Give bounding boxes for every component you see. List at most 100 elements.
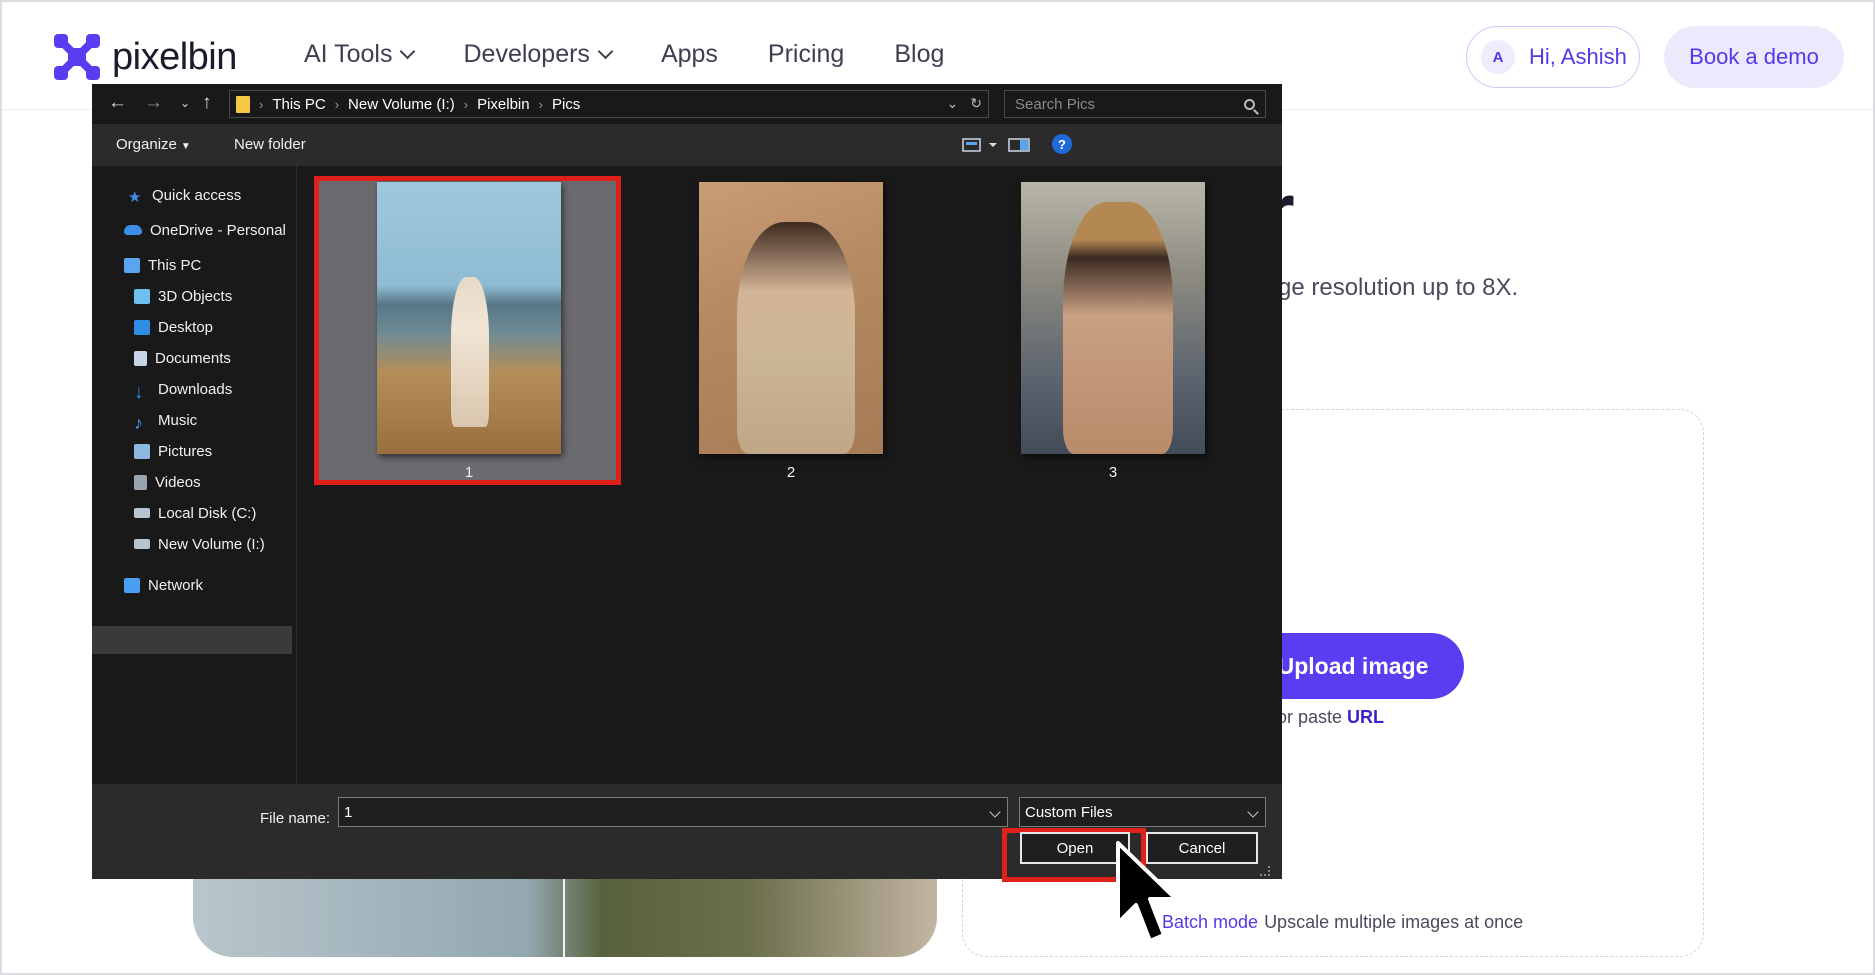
pixelbin-logo-icon: [54, 34, 100, 80]
sidebar-item-3d-objects[interactable]: 3D Objects: [134, 283, 232, 309]
resize-grip-icon[interactable]: [1260, 866, 1270, 876]
organize-menu[interactable]: Organize ▼: [116, 136, 191, 153]
book-demo-button[interactable]: Book a demo: [1664, 26, 1844, 88]
up-arrow-icon[interactable]: ↑: [202, 92, 212, 114]
organize-label: Organize: [116, 136, 177, 153]
cloud-icon: [124, 225, 142, 235]
address-row: ← → ⌄ ↑ › This PC › New Volume (I:) › Pi…: [92, 84, 1282, 124]
search-input[interactable]: Search Pics: [1004, 90, 1266, 118]
breadcrumb-separator: ›: [463, 96, 469, 112]
sidebar-item-quick-access[interactable]: ★ Quick access: [128, 182, 241, 208]
sidebar-item-network[interactable]: Network: [124, 572, 203, 598]
sidebar-label: Music: [158, 411, 198, 429]
pictures-icon: [134, 443, 150, 459]
hero-subtitle: ge resolution up to 8X.: [1278, 274, 1519, 301]
file-thumbnail-1[interactable]: [377, 182, 561, 454]
breadcrumb-pics[interactable]: Pics: [552, 96, 580, 113]
file-name-label: 3: [1108, 464, 1118, 481]
nav-apps[interactable]: Apps: [661, 40, 718, 69]
sidebar-item-downloads[interactable]: ↓ Downloads: [134, 376, 232, 403]
sidebar-label: Desktop: [158, 318, 214, 336]
chevron-down-icon: [400, 43, 416, 60]
sidebar-label: Local Disk (C:): [158, 504, 257, 522]
comparison-divider[interactable]: [563, 872, 565, 957]
nav-pricing-label: Pricing: [767, 40, 845, 68]
user-menu-button[interactable]: A Hi, Ashish: [1466, 26, 1640, 88]
paste-url-text: or paste URL: [1277, 707, 1384, 728]
navigation-pane: ★ Quick access OneDrive - Personal This P…: [92, 166, 297, 784]
file-thumbnail-3[interactable]: [1021, 182, 1205, 454]
sidebar-item-local-disk[interactable]: Local Disk (C:): [134, 500, 256, 526]
nav-pricing[interactable]: Pricing: [768, 40, 844, 69]
sidebar-item-onedrive[interactable]: OneDrive - Personal: [124, 217, 286, 243]
breadcrumb-pixelbin[interactable]: Pixelbin: [477, 96, 530, 113]
cube-icon: [134, 288, 150, 304]
nav-ai-tools[interactable]: AI Tools: [304, 40, 416, 69]
sidebar-label: Videos: [155, 473, 201, 491]
mouse-cursor-icon: [1116, 841, 1178, 943]
file-name-input[interactable]: 1: [338, 797, 1008, 827]
paste-url-link[interactable]: URL: [1347, 707, 1384, 727]
new-folder-button[interactable]: New folder: [234, 136, 306, 153]
nav-developers-label: Developers: [463, 40, 590, 68]
nav-developers[interactable]: Developers: [463, 40, 614, 69]
sidebar-item-videos[interactable]: Videos: [134, 469, 201, 495]
search-icon: [1244, 98, 1255, 110]
back-arrow-icon[interactable]: ←: [108, 92, 127, 114]
sidebar-item-documents[interactable]: Documents: [134, 345, 231, 371]
document-icon: [134, 350, 147, 366]
file-name-field-label: File name:: [260, 810, 331, 827]
user-greeting: Hi, Ashish: [1529, 44, 1627, 69]
desktop-icon: [134, 319, 150, 335]
sidebar-selection-highlight: [92, 626, 292, 654]
file-type-select[interactable]: Custom Files: [1019, 797, 1266, 827]
sidebar-item-pictures[interactable]: Pictures: [134, 438, 212, 464]
sidebar-item-desktop[interactable]: Desktop: [134, 314, 213, 340]
drive-icon: [134, 539, 150, 549]
forward-arrow-icon[interactable]: →: [144, 92, 163, 114]
sidebar-item-new-volume[interactable]: New Volume (I:): [134, 531, 265, 557]
breadcrumb-new-volume[interactable]: New Volume (I:): [348, 96, 455, 113]
preview-pane-icon[interactable]: [1008, 137, 1030, 153]
chevron-down-icon[interactable]: ⌄: [947, 95, 959, 112]
nav-blog[interactable]: Blog: [894, 40, 944, 69]
person-figure: [737, 222, 855, 454]
batch-mode-row: Batch mode Upscale multiple images at onc…: [1162, 912, 1523, 933]
address-bar[interactable]: › This PC › New Volume (I:) › Pixelbin ›…: [229, 90, 989, 118]
help-icon[interactable]: ?: [1052, 134, 1072, 154]
breadcrumb-this-pc[interactable]: This PC: [272, 96, 325, 113]
person-figure: [451, 277, 489, 427]
music-icon: ♪: [134, 412, 143, 433]
sidebar-label: Network: [148, 576, 204, 594]
paste-prefix: or paste: [1277, 707, 1348, 727]
recent-locations-icon[interactable]: ⌄: [180, 92, 190, 114]
nav-links: AI Tools Developers Apps Pricing Blog: [304, 40, 944, 69]
video-icon: [134, 474, 147, 490]
chevron-down-icon[interactable]: [989, 806, 1001, 818]
file-thumbnail-2[interactable]: [699, 182, 883, 454]
download-icon: ↓: [134, 381, 144, 403]
file-name-value: 1: [344, 803, 353, 821]
chevron-down-icon: [1247, 806, 1259, 818]
sidebar-label: Quick access: [152, 186, 242, 204]
sidebar-item-this-pc[interactable]: This PC: [124, 252, 201, 278]
chevron-down-icon: ▼: [180, 141, 191, 152]
network-icon: [124, 577, 140, 593]
sidebar-label: New Volume (I:): [158, 535, 265, 553]
file-name-label: 2: [786, 464, 796, 481]
change-view-icon[interactable]: [962, 137, 998, 153]
screenshot-frame: pixelbin AI Tools Developers Apps Pricin…: [0, 0, 1875, 975]
breadcrumb-separator: ›: [334, 96, 340, 112]
drive-icon: [134, 508, 150, 518]
person-figure: [1063, 202, 1173, 454]
star-icon: ★: [128, 188, 142, 206]
sidebar-label: 3D Objects: [158, 287, 233, 305]
nav-apps-label: Apps: [660, 40, 718, 68]
refresh-icon[interactable]: ↻: [970, 95, 982, 112]
nav-blog-label: Blog: [894, 40, 945, 68]
before-after-banner-image: [193, 872, 937, 957]
sidebar-item-music[interactable]: ♪ Music: [134, 407, 197, 433]
logo-text: pixelbin: [112, 35, 237, 78]
sidebar-label: Pictures: [158, 442, 213, 460]
logo[interactable]: pixelbin: [52, 32, 237, 82]
